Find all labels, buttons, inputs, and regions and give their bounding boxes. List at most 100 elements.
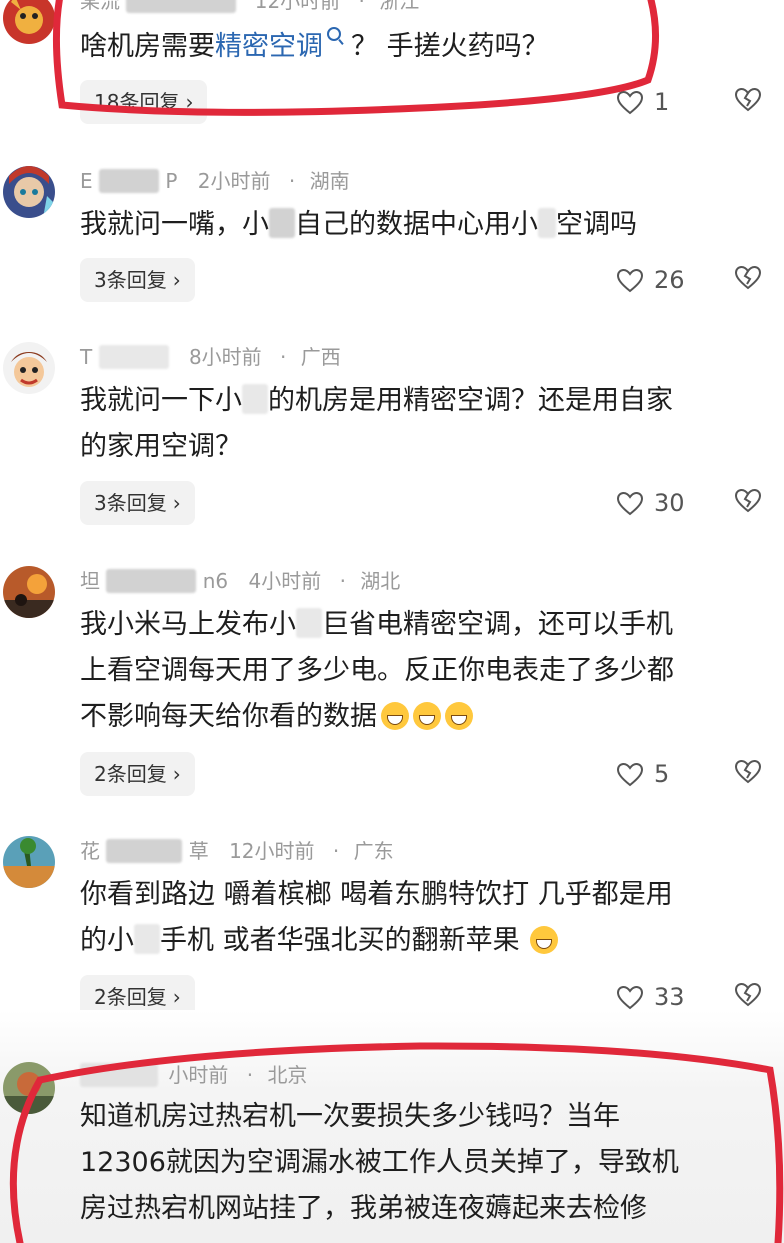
separator: · [358, 0, 365, 13]
view-replies-button[interactable]: 18条回复 › [80, 80, 208, 124]
avatar[interactable] [3, 166, 55, 218]
comment-meta: 坦 n6 4小时前 · 湖北 [80, 568, 400, 594]
reply-label: 3条回复 [94, 491, 167, 515]
comment-text: 我就问一下小 的机房是用精密空调？还是用自家 的家用空调？ [80, 378, 770, 470]
heart-outline-icon [616, 90, 644, 115]
view-replies-button[interactable]: 3条回复 › [80, 258, 195, 302]
text-segment: 啥机房需要 [80, 31, 215, 62]
text-line: 上看空调每天用了多少电。反正你电表走了多少都 [80, 655, 674, 686]
separator: · [280, 345, 287, 369]
heart-outline-icon [616, 491, 644, 516]
grinning-emoji-icon [413, 702, 441, 730]
dislike-button[interactable] [734, 80, 762, 124]
dislike-button[interactable] [734, 481, 762, 525]
like-button[interactable]: 30 [616, 481, 685, 525]
text-line: 的家用空调？ [80, 431, 242, 462]
username-tail: 草 [188, 839, 209, 863]
text-segment: 我就问一嘴，小 [80, 209, 269, 240]
username[interactable]: E [80, 169, 93, 193]
text-line: 12306就因为空调漏水被工作人员关掉了，导致机 [80, 1147, 679, 1178]
like-count: 5 [654, 760, 670, 788]
like-button[interactable]: 1 [616, 80, 669, 124]
redacted-name [99, 169, 159, 193]
heart-outline-icon [616, 268, 644, 293]
reply-label: 18条回复 [94, 90, 180, 114]
broken-heart-icon [734, 265, 762, 290]
dislike-button[interactable] [734, 752, 762, 796]
comment-meta: 小时前 · 北京 [80, 1062, 307, 1088]
avatar[interactable] [3, 566, 55, 618]
avatar[interactable] [3, 836, 55, 888]
redacted-name [80, 1063, 158, 1087]
avatar[interactable] [3, 1062, 55, 1114]
search-link[interactable]: 精密空调 [215, 31, 323, 62]
comment-text: 我就问一嘴，小 自己的数据中心用小 空调吗 [80, 202, 770, 248]
like-count: 26 [654, 266, 685, 294]
username[interactable]: 坦 [80, 569, 100, 593]
dislike-button[interactable] [734, 258, 762, 302]
text-segment: 我小米马上发布小 [80, 609, 296, 640]
redacted-text [538, 208, 556, 238]
like-count: 33 [654, 983, 685, 1011]
text-segment: 不影响每天给你看的数据 [80, 701, 377, 732]
comment-text: 知道机房过热宕机一次要损失多少钱吗？当年 12306就因为空调漏水被工作人员关掉… [80, 1094, 770, 1232]
chevron-right-icon: › [172, 268, 181, 292]
broken-heart-icon [734, 759, 762, 784]
comment-time: 小时前 [168, 1063, 229, 1087]
grinning-emoji-icon [381, 702, 409, 730]
comment-text: 你看到路边 嚼着槟榔 喝着东鹏特饮打 几乎都是用 的小 手机 或者华强北买的翻新苹… [80, 872, 770, 964]
laughing-emoji-icon [529, 926, 558, 954]
username[interactable]: 花 [80, 839, 100, 863]
comment-meta: 某流 12小时前 · 浙江 [80, 0, 419, 14]
username-tail: P [165, 169, 178, 193]
username[interactable]: 某流 [80, 0, 120, 13]
separator: · [332, 839, 340, 863]
comment-text: 啥机房需要精密空调 ？ 手搓火药吗？ [80, 24, 770, 70]
avatar[interactable] [3, 0, 55, 44]
chevron-right-icon: › [172, 762, 181, 786]
like-count: 30 [654, 489, 685, 517]
search-mini-icon[interactable] [327, 27, 341, 41]
reply-label: 2条回复 [94, 985, 167, 1009]
text-segment: 空调吗 [556, 209, 637, 240]
text-segment: 我就问一下小 [80, 385, 242, 416]
comment-time: 12小时前 [254, 0, 341, 13]
reply-label: 2条回复 [94, 762, 167, 786]
like-button[interactable]: 26 [616, 258, 685, 302]
separator: · [288, 169, 296, 193]
username[interactable]: T [80, 345, 92, 369]
text-line: 你看到路边 嚼着槟榔 喝着东鹏特饮打 几乎都是用 [80, 879, 673, 910]
text-line: 房过热宕机网站挂了，我弟被连夜薅起来去检修 [80, 1193, 647, 1224]
redacted-name [126, 0, 237, 13]
comment-time: 4小时前 [248, 569, 322, 593]
comment-location: 广东 [353, 839, 394, 863]
comment-location: 广西 [300, 345, 341, 369]
comment-meta: T 8小时前 · 广西 [80, 344, 341, 370]
text-line: 不影响每天给你看的数据 [80, 694, 770, 740]
view-replies-button[interactable]: 2条回复 › [80, 752, 195, 796]
text-segment: ？ 手搓火药吗？ [351, 31, 549, 62]
reply-label: 3条回复 [94, 268, 167, 292]
view-replies-button[interactable]: 3条回复 › [80, 481, 195, 525]
comment-text: 我小米马上发布小 巨省电精密空调，还可以手机 上看空调每天用了多少电。反正你电表走… [80, 602, 770, 740]
broken-heart-icon [734, 87, 762, 112]
text-segment: 巨省电精密空调，还可以手机 [322, 609, 673, 640]
broken-heart-icon [734, 982, 762, 1007]
redacted-name [106, 569, 197, 593]
text-segment: 自己的数据中心用小 [295, 209, 538, 240]
redacted-text [269, 208, 295, 238]
text-line: 我小米马上发布小 巨省电精密空调，还可以手机 [80, 602, 770, 648]
comment-location: 湖南 [309, 169, 350, 193]
comment-location: 北京 [267, 1063, 308, 1087]
separator: · [339, 569, 346, 593]
chevron-right-icon: › [172, 491, 181, 515]
text-line: 知道机房过热宕机一次要损失多少钱吗？当年 [80, 1101, 620, 1132]
heart-outline-icon [616, 762, 644, 787]
like-button[interactable]: 5 [616, 752, 669, 796]
redacted-name [98, 345, 169, 369]
comment-location: 湖北 [360, 569, 401, 593]
text-line: 我就问一下小 的机房是用精密空调？还是用自家 [80, 378, 770, 424]
grinning-emoji-icon [445, 702, 473, 730]
chevron-right-icon: › [185, 90, 194, 114]
avatar[interactable] [3, 342, 55, 394]
